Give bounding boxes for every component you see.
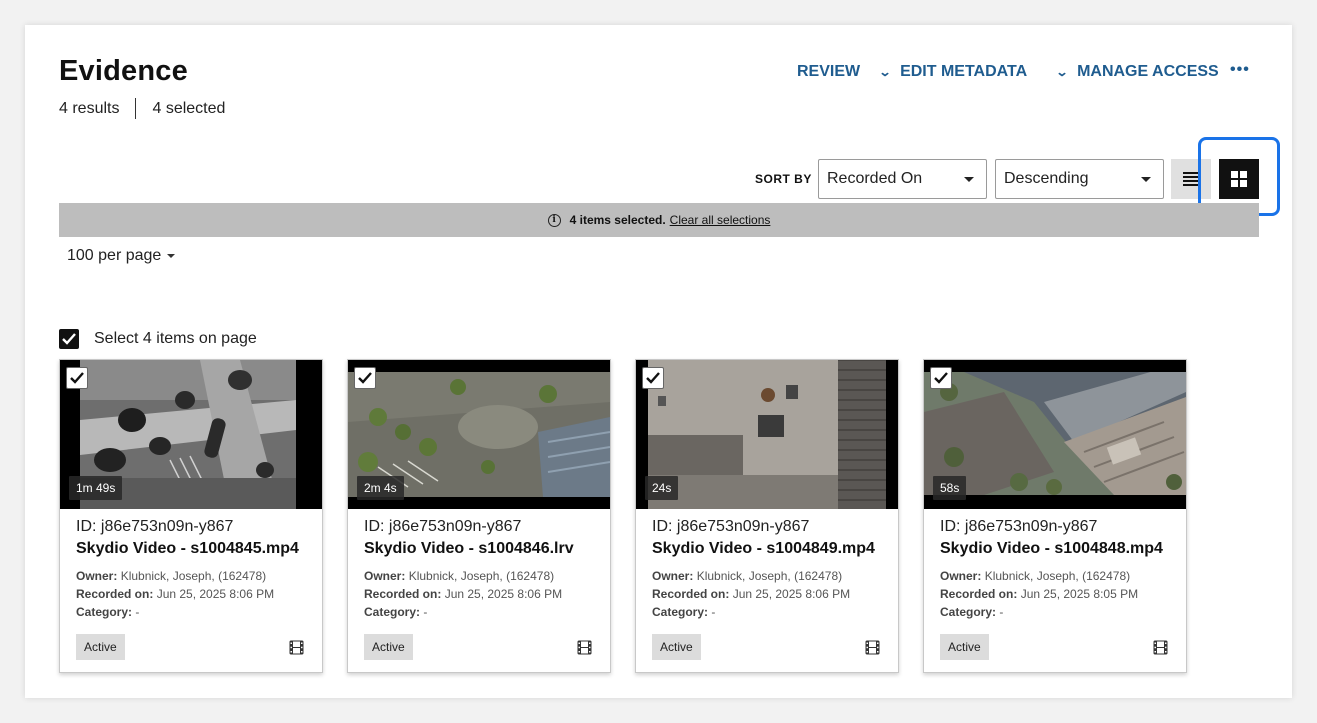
check-icon bbox=[70, 372, 84, 384]
owner-line: Owner: Klubnick, Joseph, (162478) bbox=[940, 569, 1131, 583]
select-all-label: Select 4 items on page bbox=[94, 330, 257, 347]
check-icon bbox=[646, 372, 660, 384]
recorded-line: Recorded on: Jun 25, 2025 8:06 PM bbox=[76, 587, 275, 601]
duration-badge: 58s bbox=[933, 476, 967, 500]
review-button[interactable]: REVIEW bbox=[797, 63, 860, 81]
recorded-line: Recorded on: Jun 25, 2025 8:05 PM bbox=[940, 587, 1139, 601]
evidence-id: ID: j86e753n09n-y867 bbox=[940, 518, 1098, 535]
evidence-id: ID: j86e753n09n-y867 bbox=[652, 518, 810, 535]
select-all-checkbox[interactable] bbox=[59, 329, 79, 349]
chevron-down-icon: ⌄ bbox=[878, 65, 892, 79]
more-options-button[interactable]: ••• bbox=[1230, 61, 1250, 79]
evidence-id: ID: j86e753n09n-y867 bbox=[76, 518, 234, 535]
video-thumbnail[interactable]: 1m 49s bbox=[60, 360, 322, 509]
category-line: Category: - bbox=[364, 605, 428, 619]
check-icon bbox=[934, 372, 948, 384]
sort-order-select[interactable]: Descending bbox=[995, 159, 1164, 199]
sort-field-value: Recorded On bbox=[827, 170, 923, 187]
chevron-down-icon: ⌄ bbox=[1055, 65, 1069, 79]
category-line: Category: - bbox=[652, 605, 716, 619]
evidence-name[interactable]: Skydio Video - s1004845.mp4 bbox=[76, 540, 299, 558]
grid-view-button[interactable] bbox=[1219, 159, 1259, 199]
duration-badge: 1m 49s bbox=[69, 476, 123, 500]
category-line: Category: - bbox=[940, 605, 1004, 619]
video-thumbnail[interactable]: 2m 4s bbox=[348, 360, 610, 509]
video-file-icon bbox=[865, 640, 880, 655]
edit-metadata-label: EDIT METADATA bbox=[900, 63, 1028, 80]
banner-text: 4 items selected. bbox=[569, 213, 666, 227]
select-all-row: Select 4 items on page bbox=[59, 329, 257, 349]
per-page-select[interactable]: 100 per page bbox=[67, 247, 176, 265]
edit-metadata-button[interactable]: ⌄ EDIT METADATA bbox=[878, 63, 1028, 81]
sort-by-label: SORT BY bbox=[755, 172, 812, 186]
list-view-icon bbox=[1183, 172, 1199, 186]
sort-order-value: Descending bbox=[1004, 170, 1089, 187]
selected-count: 4 selected bbox=[152, 99, 226, 117]
evidence-name[interactable]: Skydio Video - s1004849.mp4 bbox=[652, 540, 875, 558]
item-checkbox[interactable] bbox=[354, 367, 376, 389]
evidence-card[interactable]: 24s ID: j86e753n09n-y867 Skydio Video - … bbox=[635, 359, 899, 673]
status-badge: Active bbox=[364, 634, 413, 660]
check-icon bbox=[358, 372, 372, 384]
recorded-line: Recorded on: Jun 25, 2025 8:06 PM bbox=[364, 587, 563, 601]
list-view-button[interactable] bbox=[1171, 159, 1211, 199]
item-checkbox[interactable] bbox=[66, 367, 88, 389]
manage-access-label: MANAGE ACCESS bbox=[1077, 63, 1219, 80]
item-checkbox[interactable] bbox=[930, 367, 952, 389]
evidence-card[interactable]: 1m 49s ID: j86e753n09n-y867 Skydio Video… bbox=[59, 359, 323, 673]
dropdown-caret-icon bbox=[964, 177, 974, 182]
video-file-icon bbox=[289, 640, 304, 655]
evidence-name[interactable]: Skydio Video - s1004848.mp4 bbox=[940, 540, 1163, 558]
action-bar: REVIEW ⌄ EDIT METADATA ⌄ MANAGE ACCESS bbox=[25, 63, 1292, 83]
clear-selections-link[interactable]: Clear all selections bbox=[670, 213, 771, 227]
status-badge: Active bbox=[76, 634, 125, 660]
selection-banner: i 4 items selected. Clear all selections bbox=[59, 203, 1259, 237]
recorded-line: Recorded on: Jun 25, 2025 8:06 PM bbox=[652, 587, 851, 601]
video-thumbnail[interactable]: 58s bbox=[924, 360, 1186, 509]
evidence-name[interactable]: Skydio Video - s1004846.lrv bbox=[364, 540, 574, 558]
owner-line: Owner: Klubnick, Joseph, (162478) bbox=[652, 569, 843, 583]
evidence-card[interactable]: 58s ID: j86e753n09n-y867 Skydio Video - … bbox=[923, 359, 1187, 673]
owner-line: Owner: Klubnick, Joseph, (162478) bbox=[76, 569, 267, 583]
evidence-id: ID: j86e753n09n-y867 bbox=[364, 518, 522, 535]
status-badge: Active bbox=[652, 634, 701, 660]
evidence-card[interactable]: 2m 4s ID: j86e753n09n-y867 Skydio Video … bbox=[347, 359, 611, 673]
grid-view-icon bbox=[1231, 171, 1247, 187]
item-checkbox[interactable] bbox=[642, 367, 664, 389]
status-badge: Active bbox=[940, 634, 989, 660]
per-page-value: 100 per page bbox=[67, 247, 162, 264]
video-thumbnail[interactable]: 24s bbox=[636, 360, 898, 509]
duration-badge: 24s bbox=[645, 476, 679, 500]
counts-divider bbox=[135, 98, 137, 119]
manage-access-button[interactable]: ⌄ MANAGE ACCESS bbox=[1055, 63, 1219, 81]
dropdown-caret-icon bbox=[1141, 177, 1151, 182]
results-count: 4 results bbox=[59, 99, 120, 117]
result-counts: 4 results 4 selected bbox=[59, 98, 225, 119]
video-file-icon bbox=[1153, 640, 1168, 655]
rooftop-image bbox=[648, 360, 886, 509]
sort-field-select[interactable]: Recorded On bbox=[818, 159, 987, 199]
info-icon: i bbox=[547, 213, 561, 227]
review-label: REVIEW bbox=[797, 63, 861, 80]
evidence-panel: Evidence 4 results 4 selected REVIEW ⌄ E… bbox=[25, 25, 1292, 698]
check-icon bbox=[62, 333, 76, 345]
duration-badge: 2m 4s bbox=[357, 476, 404, 500]
dropdown-caret-icon bbox=[167, 254, 176, 258]
category-line: Category: - bbox=[76, 605, 140, 619]
video-file-icon bbox=[577, 640, 592, 655]
owner-line: Owner: Klubnick, Joseph, (162478) bbox=[364, 569, 555, 583]
